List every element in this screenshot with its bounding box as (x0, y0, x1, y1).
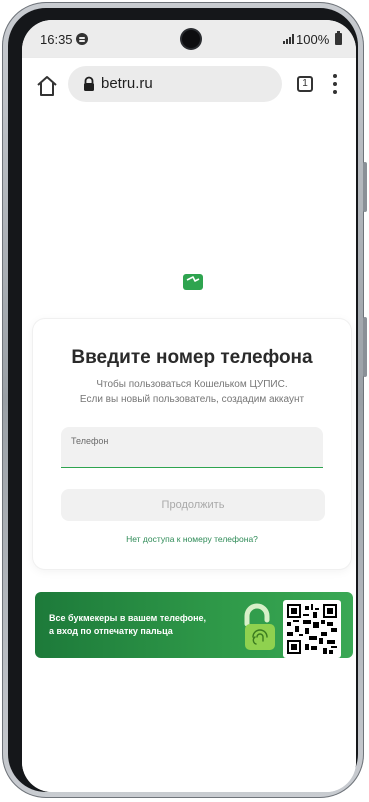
phone-frame: 16:35 100% betru.ru 1 Введите номер теле… (2, 2, 367, 798)
address-bar[interactable]: betru.ru (68, 66, 282, 102)
promo-banner[interactable]: Все букмекеры в вашем телефоне, а вход п… (35, 592, 353, 658)
login-card: Введите номер телефона Чтобы пользоватьс… (33, 319, 351, 569)
url-text: betru.ru (101, 75, 153, 92)
home-icon[interactable] (34, 73, 60, 99)
phone-label: Телефон (71, 436, 109, 446)
card-subtitle: Чтобы пользоваться Кошельком ЦУПИС. Если… (33, 377, 351, 407)
phone-bezel: 16:35 100% betru.ru 1 Введите номер теле… (8, 8, 358, 792)
status-time: 16:35 (40, 32, 73, 47)
front-camera (182, 30, 200, 48)
signal-icon (283, 34, 294, 44)
phone-field[interactable]: Телефон (61, 427, 323, 468)
page-content: Введите номер телефона Чтобы пользоватьс… (22, 114, 356, 792)
phone-input[interactable] (71, 447, 311, 463)
power-button (363, 162, 367, 212)
volume-button (363, 317, 367, 377)
qr-code-icon (283, 600, 341, 658)
lock-icon (82, 76, 96, 92)
battery-percent: 100% (296, 32, 330, 47)
battery-icon (335, 31, 342, 45)
card-subtitle-line1: Чтобы пользоваться Кошельком ЦУПИС. (96, 379, 288, 390)
browser-toolbar: betru.ru 1 (22, 58, 356, 114)
banner-line1: Все букмекеры в вашем телефоне, (49, 613, 207, 623)
fingerprint-lock-icon (239, 602, 283, 654)
no-access-link[interactable]: Нет доступа к номеру телефона? (33, 534, 351, 544)
continue-button[interactable]: Продолжить (61, 489, 325, 521)
card-title: Введите номер телефона (71, 347, 313, 368)
wallet-logo-icon (183, 274, 203, 290)
banner-line2: а вход по отпечатку пальца (49, 626, 173, 636)
menu-icon[interactable] (333, 74, 337, 94)
tabs-icon[interactable]: 1 (297, 76, 313, 92)
screen: 16:35 100% betru.ru 1 Введите номер теле… (22, 20, 356, 792)
spotify-icon (76, 33, 88, 45)
card-subtitle-line2: Если вы новый пользователь, создадим акк… (79, 394, 305, 405)
status-bar: 16:35 100% (22, 20, 356, 58)
banner-text: Все букмекеры в вашем телефоне, а вход п… (49, 612, 229, 638)
